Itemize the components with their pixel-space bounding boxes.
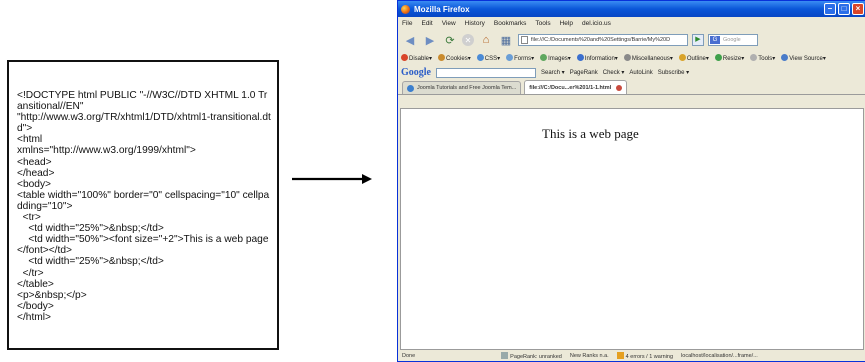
source-code-box: <!DOCTYPE html PUBLIC "-//W3C//DTD XHTML… xyxy=(7,60,279,350)
subscribe-button[interactable]: Subscribe ▾ xyxy=(658,69,689,76)
toolbar-forms[interactable]: Forms▾ xyxy=(506,54,534,62)
home-icon[interactable]: ⌂ xyxy=(478,33,494,47)
toolbar-images[interactable]: Images▾ xyxy=(540,54,571,62)
status-text: Done xyxy=(402,352,416,359)
toolbar-resize[interactable]: Resize▾ xyxy=(714,54,744,62)
css-icon xyxy=(476,54,484,61)
page-content: This is a web page xyxy=(400,108,864,350)
menu-bar: File Edit View History Bookmarks Tools H… xyxy=(398,17,865,29)
title-bar[interactable]: Mozilla Firefox – □ × xyxy=(398,1,865,17)
google-search-icon: G xyxy=(710,36,720,44)
tab-label: file:///C:/Docu...er%201/1-1.html xyxy=(529,84,612,91)
menu-view[interactable]: View xyxy=(442,20,456,27)
outline-icon xyxy=(678,54,686,61)
toolbar-css[interactable]: CSS▾ xyxy=(476,54,500,62)
browser-window: Mozilla Firefox – □ × File Edit View His… xyxy=(397,0,865,362)
information-icon xyxy=(576,54,584,61)
page-text: This is a web page xyxy=(542,126,639,141)
google-toolbar: Google Search ▾ PageRank Check ▾ AutoLin… xyxy=(398,65,865,80)
url-bar[interactable]: file:///C:/Documents%20and%20Settings/Ba… xyxy=(518,34,688,46)
pagerank-button[interactable]: PageRank xyxy=(570,70,598,76)
toolbar-information[interactable]: Information▾ xyxy=(576,54,618,62)
toolbar-cookies[interactable]: Cookies▾ xyxy=(438,54,471,62)
google-toolbar-input[interactable] xyxy=(436,67,536,78)
search-placeholder: Google xyxy=(723,37,741,43)
search-input[interactable]: G Google xyxy=(708,34,758,46)
miscellaneous-icon xyxy=(623,54,631,61)
google-logo: Google xyxy=(401,67,431,78)
warning-icon xyxy=(616,351,624,359)
tab-label: Joomla Tutorials and Free Joomla Tem... xyxy=(417,85,517,91)
tools-icon xyxy=(750,54,758,61)
menu-delicious[interactable]: del.icio.us xyxy=(582,20,611,27)
forms-icon xyxy=(506,54,514,61)
toolbar-outline[interactable]: Outline▾ xyxy=(678,54,709,62)
stop-icon[interactable]: ✕ xyxy=(462,34,474,46)
firefox-icon xyxy=(401,4,410,14)
tab-strip: Joomla Tutorials and Free Joomla Tem... … xyxy=(398,80,865,95)
google-search-button[interactable]: Search ▾ xyxy=(541,69,565,76)
bookmark-icon[interactable]: ▦ xyxy=(498,33,514,47)
resize-icon xyxy=(714,54,722,61)
check-button[interactable]: Check ▾ xyxy=(603,69,625,76)
disable-icon xyxy=(401,54,408,61)
reload-icon[interactable]: ⟳ xyxy=(442,33,458,47)
menu-history[interactable]: History xyxy=(465,20,485,27)
menu-edit[interactable]: Edit xyxy=(421,20,432,27)
close-button[interactable]: × xyxy=(852,3,864,15)
window-title: Mozilla Firefox xyxy=(414,4,470,14)
navigation-toolbar: ◀ ▶ ⟳ ✕ ⌂ ▦ file:///C:/Documents%20and%2… xyxy=(398,29,865,51)
go-button[interactable]: ▶ xyxy=(692,34,704,46)
status-errors[interactable]: 4 errors / 1 warning xyxy=(616,351,673,360)
autolink-button[interactable]: AutoLink xyxy=(629,70,652,76)
toolbar-miscellaneous[interactable]: Miscellaneous▾ xyxy=(623,54,673,62)
minimize-button[interactable]: – xyxy=(824,3,836,15)
cookie-icon xyxy=(438,54,446,61)
maximize-button[interactable]: □ xyxy=(838,3,850,15)
status-ranks: New Ranks n.a. xyxy=(569,352,609,359)
tab-close-icon[interactable] xyxy=(616,84,623,91)
back-arrow-icon[interactable]: ◀ xyxy=(402,33,418,47)
right-arrow-icon xyxy=(292,174,372,184)
status-location: localhost/localisation/...frame/... xyxy=(681,352,758,359)
menu-tools[interactable]: Tools xyxy=(535,20,550,27)
images-icon xyxy=(540,54,548,61)
toolbar-tools[interactable]: Tools▾ xyxy=(750,54,775,62)
menu-bookmarks[interactable]: Bookmarks xyxy=(494,20,527,27)
tab-joomla[interactable]: Joomla Tutorials and Free Joomla Tem... xyxy=(402,81,522,94)
status-pagerank: PageRank: unranked xyxy=(501,351,562,360)
globe-icon xyxy=(407,84,414,92)
status-bar: Done PageRank: unranked New Ranks n.a. 4… xyxy=(398,350,865,361)
view-source-icon xyxy=(781,54,789,61)
menu-file[interactable]: File xyxy=(402,20,412,27)
source-code-text: <!DOCTYPE html PUBLIC "-//W3C//DTD XHTML… xyxy=(17,90,271,323)
window-controls: – □ × xyxy=(824,3,864,15)
tab-local-file[interactable]: file:///C:/Docu...er%201/1-1.html xyxy=(524,80,628,94)
web-developer-toolbar: Disable▾ Cookies▾ CSS▾ Forms▾ Images▾ In… xyxy=(398,51,865,65)
page-icon xyxy=(521,36,528,44)
forward-arrow-icon[interactable]: ▶ xyxy=(422,33,438,47)
menu-help[interactable]: Help xyxy=(560,20,573,27)
url-text: file:///C:/Documents%20and%20Settings/Ba… xyxy=(531,37,671,43)
toolbar-view-source[interactable]: View Source▾ xyxy=(781,54,826,62)
toolbar-disable[interactable]: Disable▾ xyxy=(401,54,432,62)
pagerank-icon xyxy=(501,351,509,359)
